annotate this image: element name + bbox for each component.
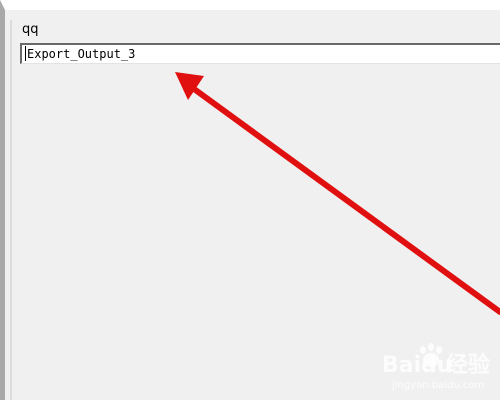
text-caret [25,46,26,61]
panel-edge [10,20,12,400]
field-label: qq [22,22,39,37]
output-name-input[interactable] [20,43,500,64]
